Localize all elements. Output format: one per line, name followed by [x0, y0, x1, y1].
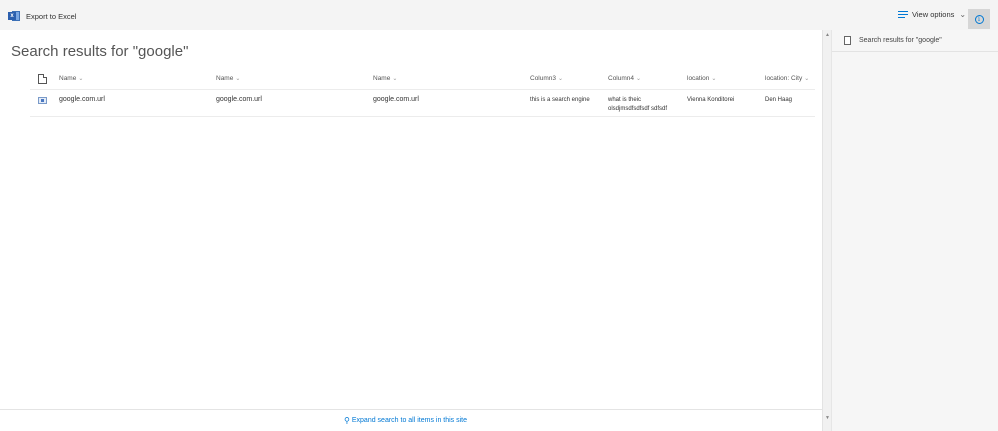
column-header-label: Name [216, 75, 234, 82]
column-header-label: Name [59, 75, 77, 82]
column-header-column3[interactable]: Column3 ⌄ [530, 75, 563, 82]
expand-search-label: Expand search to all items in this site [351, 417, 468, 424]
column-header-label: location [687, 75, 710, 82]
cell-column4-line1: what is theic [608, 97, 642, 103]
column-header-label: Name [373, 75, 391, 82]
cell-column3: this is a search engine [530, 97, 590, 103]
chevron-down-icon: ⌄ [558, 76, 564, 82]
column-header-name-1[interactable]: Name ⌄ [59, 75, 83, 82]
document-icon[interactable] [38, 74, 47, 84]
info-pane-button[interactable]: i [968, 9, 990, 29]
chevron-down-icon: ⌄ [711, 76, 717, 82]
chevron-down-icon: ⌄ [392, 76, 398, 82]
cell-name-2[interactable]: google.com.url [216, 96, 262, 103]
column-header-column4[interactable]: Column4 ⌄ [608, 75, 641, 82]
column-header-label: Column4 [608, 75, 635, 82]
chevron-down-icon: ⌄ [235, 76, 241, 82]
cell-location: Vienna Konditorei [687, 97, 735, 103]
excel-icon: x [8, 10, 20, 22]
export-to-excel-label: Export to Excel [26, 11, 77, 21]
cell-column4-line2: olsdjmsdfsdfsdf sdfsdf [608, 106, 668, 112]
column-header-location[interactable]: location ⌄ [687, 75, 716, 82]
document-icon [844, 36, 851, 45]
details-pane: Search results for "google" [831, 30, 998, 431]
scroll-down-arrow-icon[interactable]: ▼ [824, 414, 831, 422]
main-content: Search results for "google" Name ⌄ Name ⌄ … [0, 30, 822, 409]
view-options-label: View options [912, 10, 955, 19]
details-pane-header: Search results for "google" [832, 30, 998, 52]
cell-name-1[interactable]: google.com.url [59, 96, 105, 103]
page-title: Search results for "google" [11, 43, 189, 60]
column-header-name-3[interactable]: Name ⌄ [373, 75, 397, 82]
cell-location-city: Den Haag [765, 97, 793, 103]
url-file-icon [38, 97, 47, 104]
cell-name-3[interactable]: google.com.url [373, 96, 419, 103]
chevron-down-icon: ⌄ [804, 76, 810, 82]
cell-column4: what is theic olsdjmsdfsdfsdf sdfsdf [608, 96, 667, 114]
chevron-down-icon: ⌄ [78, 76, 84, 82]
info-icon: i [974, 14, 984, 24]
expand-search-link[interactable]: ⚲ Expand search to all items in this sit… [344, 416, 467, 425]
column-header-name-2[interactable]: Name ⌄ [216, 75, 240, 82]
search-icon: ⚲ [344, 416, 350, 425]
lines-icon [898, 11, 908, 18]
export-to-excel-button[interactable]: x Export to Excel [8, 8, 76, 24]
column-header-label: Column3 [530, 75, 557, 82]
column-header-location-city[interactable]: location: City ⌄ [765, 75, 809, 82]
column-header-label: location: City [765, 75, 803, 82]
scroll-up-arrow-icon[interactable]: ▲ [824, 31, 831, 39]
command-bar: x Export to Excel View options ⌄ i [0, 0, 998, 30]
details-pane-title: Search results for "google" [859, 37, 942, 44]
view-options-button[interactable]: View options ⌄ [898, 10, 966, 19]
table-row[interactable]: google.com.url google.com.url google.com… [30, 90, 815, 117]
vertical-scrollbar[interactable]: ▲ ▼ [822, 30, 831, 431]
list-footer: ⚲ Expand search to all items in this sit… [0, 409, 822, 431]
chevron-down-icon: ⌄ [636, 76, 642, 82]
chevron-down-icon: ⌄ [959, 10, 967, 19]
